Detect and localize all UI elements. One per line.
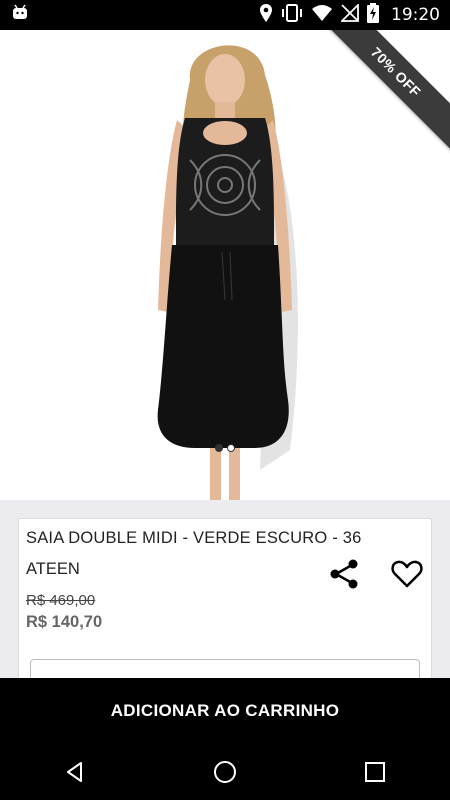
sale-price: R$ 140,70 [26, 613, 103, 631]
back-button[interactable] [55, 752, 95, 792]
wifi-icon [311, 4, 333, 27]
favorite-button[interactable] [390, 557, 424, 591]
status-bar: 19:20 [0, 0, 450, 30]
product-title: SAIA DOUBLE MIDI - VERDE ESCURO - 36 [26, 529, 362, 547]
vibrate-icon [281, 3, 303, 28]
share-icon [330, 559, 358, 589]
no-signal-icon [339, 2, 359, 27]
carousel-indicators [0, 444, 450, 452]
product-image-carousel[interactable]: 70% OFF [0, 30, 450, 500]
carousel-dot[interactable] [227, 444, 235, 452]
home-button[interactable] [205, 752, 245, 792]
recents-button[interactable] [355, 752, 395, 792]
battery-charging-icon [367, 2, 379, 28]
original-price: R$ 469,00 [26, 592, 96, 609]
android-notification-icon [10, 4, 30, 27]
heart-outline-icon [391, 560, 423, 588]
share-button[interactable] [327, 557, 361, 591]
location-icon [259, 3, 273, 28]
home-icon [214, 761, 236, 783]
system-navigation-bar [0, 744, 450, 800]
recents-icon [365, 762, 385, 782]
back-icon [67, 762, 82, 782]
carousel-dot[interactable] [215, 444, 223, 452]
product-brand: ATEEN [26, 560, 80, 578]
add-to-cart-button[interactable]: ADICIONAR AO CARRINHO [0, 678, 450, 744]
product-photo [0, 30, 450, 500]
status-time: 19:20 [391, 5, 440, 25]
